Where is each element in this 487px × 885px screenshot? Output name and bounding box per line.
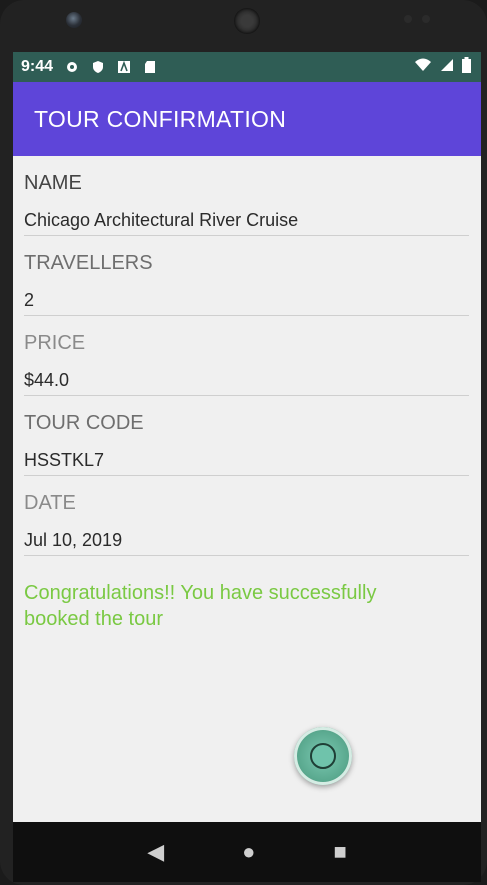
battery-icon xyxy=(462,56,471,78)
travellers-field[interactable]: 2 xyxy=(24,290,469,316)
date-label: DATE xyxy=(24,492,76,514)
success-message: Congratulations!! You have successfully … xyxy=(24,582,377,630)
name-field[interactable]: Chicago Architectural River Cruise xyxy=(24,210,469,236)
fab-ring-icon xyxy=(310,743,336,769)
name-label: NAME xyxy=(24,172,82,194)
system-nav-bar: ◀ ● ■ xyxy=(13,822,481,882)
screen: 9:44 TOUR CONFIRMATION NAME Chicago Arch… xyxy=(13,52,481,822)
price-label: PRICE xyxy=(24,332,86,354)
wifi-icon xyxy=(414,58,432,77)
status-bar: 9:44 xyxy=(13,52,481,82)
price-field[interactable]: $44.0 xyxy=(24,370,469,396)
sd-card-icon xyxy=(143,60,157,74)
tour-code-field[interactable]: HSSTKL7 xyxy=(24,450,469,476)
sensor-dot xyxy=(422,15,430,23)
phone-device: 9:44 TOUR CONFIRMATION NAME Chicago Arch… xyxy=(0,0,487,885)
a-icon xyxy=(117,60,131,74)
date-field[interactable]: Jul 10, 2019 xyxy=(24,530,469,556)
home-button[interactable]: ● xyxy=(242,839,255,865)
signal-icon xyxy=(440,58,454,77)
gear-icon xyxy=(65,60,79,74)
page-title: TOUR CONFIRMATION xyxy=(34,105,287,132)
tour-details: NAME Chicago Architectural River Cruise … xyxy=(13,172,481,632)
status-time: 9:44 xyxy=(21,58,54,75)
app-bar: TOUR CONFIRMATION xyxy=(13,82,481,156)
tour-code-label: TOUR CODE xyxy=(24,412,144,434)
sensor-dot xyxy=(404,15,412,23)
earpiece-speaker xyxy=(234,8,260,34)
front-camera xyxy=(66,12,82,28)
back-button[interactable]: ◀ xyxy=(147,839,164,865)
recents-button[interactable]: ■ xyxy=(333,839,346,865)
travellers-label: TRAVELLERS xyxy=(24,252,153,274)
shield-icon xyxy=(91,60,105,74)
floating-action-button[interactable] xyxy=(294,727,352,785)
